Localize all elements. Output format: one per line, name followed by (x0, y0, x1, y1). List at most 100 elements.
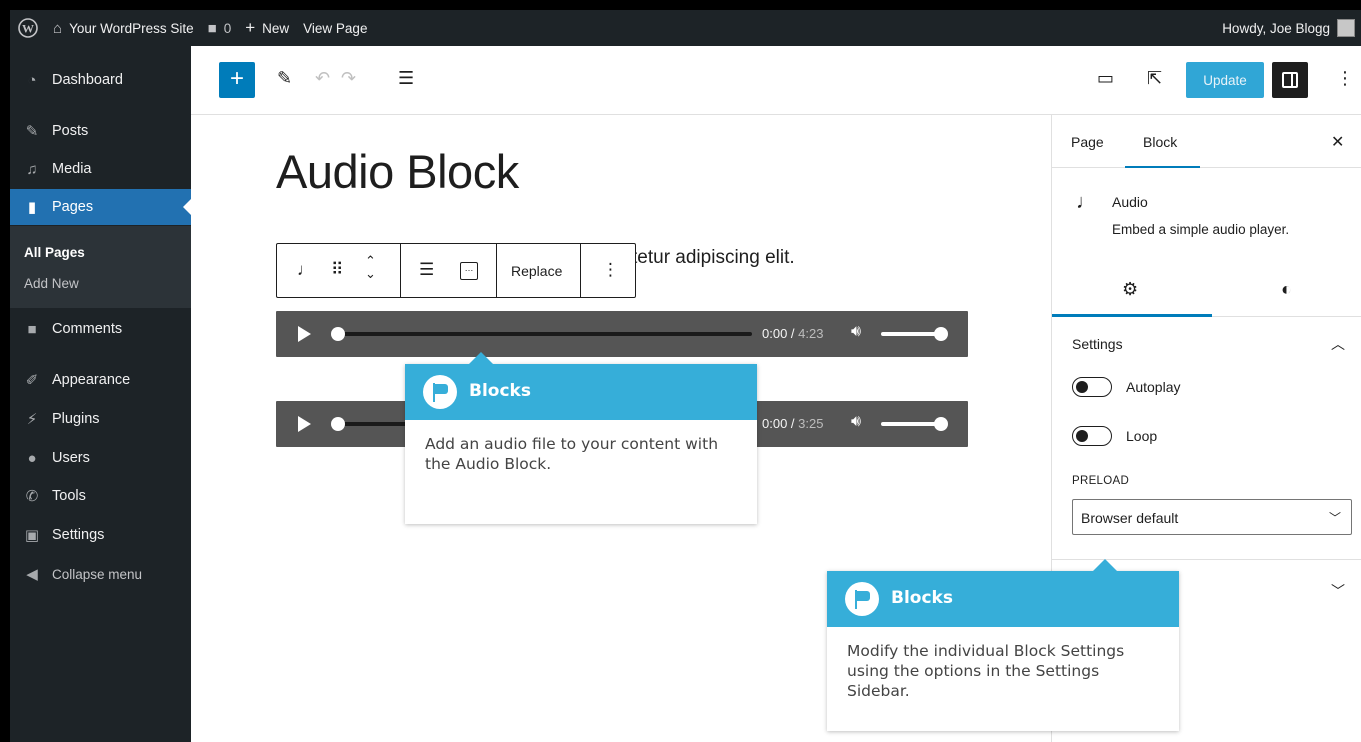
sidebar-icon (1282, 72, 1298, 88)
pages-submenu: All Pages Add New (10, 226, 191, 308)
play-icon[interactable] (298, 326, 311, 342)
frame-border-left (0, 0, 10, 742)
styles-contrast-icon[interactable]: ◐ (1281, 279, 1292, 300)
new-label: New (262, 20, 290, 36)
tooltip-arrow (1093, 559, 1117, 571)
dashboard-icon: ◔ (27, 71, 37, 89)
new-content-link[interactable]: + New (238, 10, 296, 46)
settings-panel-title[interactable]: Settings (1072, 336, 1123, 352)
submenu-add-new[interactable]: Add New (24, 276, 79, 291)
block-card-title: Audio (1112, 194, 1148, 210)
current-menu-arrow (183, 199, 191, 215)
volume-thumb[interactable] (934, 417, 948, 431)
sidebar-item-pages[interactable]: ▮ Pages (10, 189, 191, 225)
sidebar-item-users[interactable]: ● Users (10, 440, 191, 476)
block-options-icon[interactable]: ⋮ (602, 260, 619, 280)
sidebar-item-settings[interactable]: ▣ Settings (10, 517, 191, 553)
view-page-label: View Page (303, 20, 368, 36)
wordpress-logo-icon[interactable]: W (10, 10, 46, 46)
tooltip-body: Add an audio file to your content with t… (425, 435, 719, 473)
move-up-down-icon[interactable]: ⌃ ⌄ (365, 254, 376, 280)
chevron-down-icon[interactable]: ﹀ (1331, 581, 1345, 601)
edit-pencil-icon[interactable]: ✎ (277, 68, 292, 89)
volume-icon[interactable]: 🔊︎ (851, 323, 861, 341)
collapse-menu-label: Collapse menu (52, 566, 143, 582)
pin-icon: ✎ (25, 123, 39, 140)
tooltip-title: Blocks (469, 381, 531, 401)
preload-label: PRELOAD (1072, 475, 1130, 487)
undo-icon[interactable]: ↶ (315, 68, 330, 89)
sidebar-item-media[interactable]: ♫ Media (10, 151, 191, 187)
users-icon: ● (27, 449, 37, 467)
account-menu[interactable]: Howdy, Joe Blogg (1215, 10, 1361, 46)
redo-icon[interactable]: ↷ (341, 68, 356, 89)
site-name-link[interactable]: ⌂ Your WordPress Site (46, 10, 201, 46)
align-icon[interactable]: ☰ (419, 260, 434, 280)
blocks-tooltip: Blocks Modify the individual Block Setti… (827, 559, 1179, 731)
sidebar-item-tools[interactable]: ✆ Tools (10, 478, 191, 514)
avatar (1337, 19, 1355, 37)
tooltip-body: Modify the individual Block Settings usi… (847, 642, 1125, 700)
comments-count: 0 (223, 20, 232, 36)
seek-bar[interactable] (334, 332, 752, 336)
collapse-menu-button[interactable]: ◀ Collapse menu (10, 556, 191, 592)
media-icon: ♫ (26, 160, 38, 178)
settings-sidebar-toggle[interactable] (1272, 62, 1308, 98)
howdy-label: Howdy, Joe Blogg (1222, 20, 1330, 36)
editor-header: + ✎ ↶ ↷ ☰ ▭ ⇱ Update ⋮ (191, 46, 1361, 115)
update-button[interactable]: Update (1186, 62, 1264, 98)
time-display: 0:00 / 4:23 (762, 326, 824, 341)
settings-gear-icon[interactable]: ⚙ (1122, 279, 1138, 300)
sidebar-item-plugins[interactable]: ⚡ Plugins (10, 401, 191, 437)
more-options-icon[interactable]: ⋮ (1336, 68, 1354, 89)
wordpress-block-editor: W ⌂ Your WordPress Site ■ 0 + New View P… (0, 0, 1361, 742)
view-page-link[interactable]: View Page (296, 10, 374, 46)
caption-icon[interactable]: … (460, 262, 478, 280)
autoplay-toggle[interactable] (1072, 377, 1112, 397)
play-icon[interactable] (298, 416, 311, 432)
autoplay-label: Autoplay (1126, 379, 1181, 395)
replace-button[interactable]: Replace (511, 263, 562, 279)
sidebar-item-label: Media (52, 161, 92, 177)
loop-toggle[interactable] (1072, 426, 1112, 446)
sidebar-item-posts[interactable]: ✎ Posts (10, 113, 191, 149)
sidebar-item-appearance[interactable]: ✐ Appearance (10, 362, 191, 398)
sidebar-item-comments[interactable]: ■ Comments (10, 311, 191, 347)
post-title[interactable]: Audio Block (276, 144, 519, 199)
audio-block-icon[interactable]: ♩ (297, 260, 314, 280)
comments-link[interactable]: ■ 0 (201, 10, 239, 46)
sidebar-item-label: Pages (52, 199, 94, 215)
preview-device-icon[interactable]: ▭ (1097, 68, 1114, 89)
view-external-icon[interactable]: ⇱ (1147, 68, 1162, 89)
tab-block[interactable]: Block (1143, 134, 1177, 150)
admin-sidebar: ◔ Dashboard ✎ Posts ♫ Media ▮ Pages All … (10, 46, 191, 742)
tooltip-title: Blocks (891, 588, 953, 608)
block-card-description: Embed a simple audio player. (1112, 222, 1290, 237)
volume-icon[interactable]: 🔊︎ (851, 413, 861, 431)
preload-select[interactable]: Browser default ﹀ (1072, 499, 1352, 535)
chevron-up-icon[interactable]: ︿ (1331, 334, 1345, 354)
volume-thumb[interactable] (934, 327, 948, 341)
preload-value: Browser default (1081, 510, 1179, 526)
comment-icon: ■ (27, 320, 37, 338)
time-display: 0:00 / 3:25 (762, 416, 824, 431)
loop-label: Loop (1126, 428, 1158, 444)
tab-page[interactable]: Page (1071, 134, 1104, 150)
blocks-tooltip: Blocks Add an audio file to your content… (405, 352, 757, 524)
active-tab-indicator (1125, 166, 1200, 168)
block-toolbar: ♩ ⠿ ⌃ ⌄ ☰ … Replace ⋮ (276, 243, 636, 298)
close-icon[interactable]: ✕ (1331, 132, 1344, 152)
seek-thumb[interactable] (331, 327, 345, 341)
sidebar-tabs: Page Block ✕ (1052, 115, 1361, 168)
paragraph-block-text[interactable]: tetur adipiscing elit. (632, 247, 795, 269)
document-overview-icon[interactable]: ☰ (398, 68, 414, 89)
seek-thumb[interactable] (331, 417, 345, 431)
drag-handle-icon[interactable]: ⠿ (331, 260, 343, 280)
block-inserter-button[interactable]: + (219, 62, 255, 98)
brush-icon: ✐ (25, 372, 39, 389)
tooltip-arrow (469, 352, 493, 364)
sidebar-item-dashboard[interactable]: ◔ Dashboard (10, 62, 191, 98)
sidebar-item-label: Users (52, 450, 90, 466)
submenu-all-pages[interactable]: All Pages (24, 245, 85, 260)
chevron-down-icon: ﹀ (1328, 511, 1341, 525)
